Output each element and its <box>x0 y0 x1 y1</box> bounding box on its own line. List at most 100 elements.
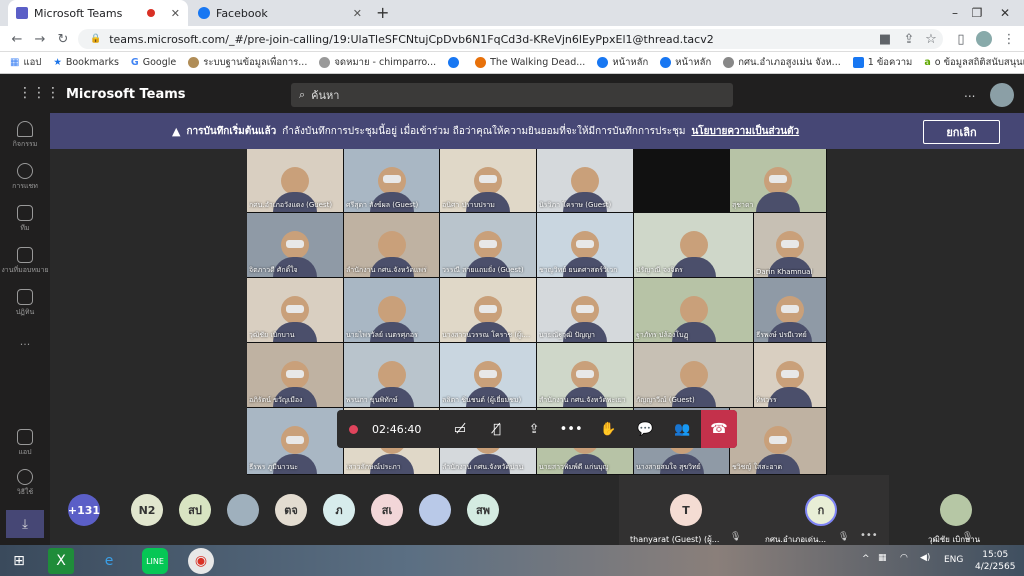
video-tile[interactable]: กศน.อำเภอวังแดง (Guest) <box>247 149 343 212</box>
tab-facebook[interactable]: Facebook ✕ <box>190 0 370 26</box>
address-bar[interactable]: 🔒 teams.microsoft.com/_#/pre-join-callin… <box>78 29 943 49</box>
windows-start-icon[interactable]: ⊞ <box>6 548 32 574</box>
user-avatar[interactable] <box>990 83 1014 107</box>
video-tile[interactable]: นิรวิภา โคราษ (Guest) <box>537 149 633 212</box>
participant-avatar[interactable]: ภ <box>323 494 355 526</box>
rail-teams[interactable]: ทีม <box>0 205 50 234</box>
search-input[interactable]: ⌕ ค้นหา <box>291 83 733 107</box>
wifi-icon[interactable]: ◠ <box>900 553 908 563</box>
chrome-icon[interactable]: ◉ <box>188 548 214 574</box>
speaker-avatar[interactable]: T <box>670 494 702 526</box>
video-tile[interactable]: สำนักงาน กศน.จังหวัดพะเยา <box>537 343 633 407</box>
self-video-avatar[interactable] <box>940 494 972 526</box>
participant-avatar[interactable] <box>419 494 451 526</box>
rail-activity[interactable]: กิจกรรม <box>0 121 50 150</box>
bookmark-nfe[interactable]: กศน.อำเภอสูงเม่น จังห... <box>723 55 841 70</box>
participant-avatar[interactable] <box>227 494 259 526</box>
system-clock[interactable]: 15:05 4/2/2565 <box>975 549 1015 573</box>
video-tile[interactable]: นางสาวนวรรณ โคราช (ผู้เ... <box>440 278 536 342</box>
rail-calendar[interactable]: ปฏิทิน <box>0 289 50 318</box>
participant-avatar[interactable]: ตจ <box>275 494 307 526</box>
bookmark-message[interactable]: 1 ข้อความ <box>852 55 912 70</box>
maximize-icon[interactable]: ❐ <box>962 0 992 26</box>
share-page-icon[interactable]: ⇪ <box>900 30 918 48</box>
video-tile[interactable]: Darin Khamnual <box>754 213 826 277</box>
hangup-icon[interactable]: ☎ <box>700 410 737 448</box>
participant-avatar[interactable]: สป <box>179 494 211 526</box>
volume-icon[interactable]: ◀) <box>920 553 930 563</box>
video-tile[interactable]: ธีรพร ภูมีนาวนะ <box>247 408 343 474</box>
dismiss-button[interactable]: ยกเลิก <box>923 120 1000 144</box>
video-tile[interactable]: อนิศา ปราบปราม <box>440 149 536 212</box>
bookmark-home-2[interactable]: หน้าหลัก <box>660 55 711 70</box>
more-options-icon[interactable]: ... <box>964 86 975 100</box>
browser-menu-icon[interactable]: ⋮ <box>1000 30 1018 48</box>
video-tile[interactable]: จิตภาวดี ศักดิ์ใจ <box>247 213 343 277</box>
reload-icon[interactable]: ↻ <box>54 30 72 48</box>
more-icon[interactable]: ••• <box>553 410 590 448</box>
video-tile[interactable]: ชาญวิทย์ ยนตศาสตร์วิเวก <box>537 213 633 277</box>
back-icon[interactable]: ← <box>8 30 26 48</box>
bookmark-facebook[interactable] <box>448 57 463 68</box>
mic-off-icon[interactable]: 🎙̸ <box>478 410 515 448</box>
forward-icon[interactable]: → <box>31 30 49 48</box>
bookmark-stats[interactable]: ao ข้อมูลสถิติสนับสนุนแผนติด... <box>924 55 1024 70</box>
rail-help[interactable]: วิธีใช้ <box>0 469 50 498</box>
rail-more[interactable]: ... <box>0 335 50 348</box>
bookmark-home-1[interactable]: หน้าหลัก <box>597 55 648 70</box>
camera-indicator-icon[interactable]: ■ <box>876 30 894 48</box>
network-icon[interactable]: ▦ <box>878 553 887 563</box>
participant-avatar[interactable]: N2 <box>131 494 163 526</box>
participant-avatar[interactable]: สพ <box>467 494 499 526</box>
tray-up-icon[interactable]: ^ <box>862 554 870 564</box>
bookmark-star-icon[interactable]: ☆ <box>922 30 940 48</box>
video-tile[interactable]: สุชาดา <box>730 149 826 212</box>
video-tile[interactable]: ธีรพงษ์ ปรมีเวทย์ <box>754 278 826 342</box>
video-tile[interactable]: ลลิตา ชิ่นชนต์ (ผู้เยี่ยมชม) <box>440 343 536 407</box>
raise-hand-icon[interactable]: ✋ <box>590 410 627 448</box>
participants-icon[interactable]: 👥 <box>664 410 701 448</box>
profile-avatar[interactable] <box>976 31 992 47</box>
download-icon[interactable]: ⤓ <box>6 510 44 538</box>
close-icon[interactable]: ✕ <box>171 7 180 20</box>
video-tile[interactable]: วุฒิชัย เบิกบาน <box>247 278 343 342</box>
video-tile[interactable]: นายไพรวัลย์ เนตรศุภอร <box>344 278 439 342</box>
video-tile[interactable]: ลำนักงาน กศน.จังหวัดแพร่ <box>344 213 439 277</box>
video-tile[interactable]: ฐาภัทร ปล้องโบฏุ <box>634 278 753 342</box>
video-tile[interactable]: ปรัญาณี จงจิตร <box>634 213 753 277</box>
app-launcher-icon[interactable]: ⋮⋮⋮ <box>18 85 60 101</box>
video-tile[interactable]: อภิรัตน์ ขวัญเมือง <box>247 343 343 407</box>
more-options-icon[interactable]: ••• <box>860 530 878 541</box>
language-indicator[interactable]: ENG <box>944 555 963 565</box>
video-tile[interactable]: กัญญาวีณ์ (Guest) <box>634 343 753 407</box>
video-tile[interactable]: ชวิชญ์ ใสสะอาด <box>730 408 826 474</box>
close-icon[interactable]: ✕ <box>353 7 362 20</box>
speaker-avatar[interactable]: ก <box>805 494 837 526</box>
bookmark-bookmarks[interactable]: ★ Bookmarks <box>53 57 119 68</box>
bookmark-database[interactable]: ระบบฐานข้อมูลเพื่อการ... <box>188 55 307 70</box>
rail-apps[interactable]: แอป <box>0 429 50 458</box>
bookmark-google[interactable]: G Google <box>131 57 176 68</box>
window-close-icon[interactable]: ✕ <box>990 0 1020 26</box>
overflow-participants[interactable]: +131 <box>68 494 100 526</box>
camera-off-icon[interactable]: ▭̸ <box>441 410 478 448</box>
share-icon[interactable]: ⇪ <box>516 410 553 448</box>
chat-icon[interactable]: 💬 <box>627 410 664 448</box>
video-tile[interactable]: พรนภา ขุนพิทักษ์ <box>344 343 439 407</box>
video-tile[interactable]: ศรีสุดา สังข์ผล (Guest) <box>344 149 439 212</box>
video-tile[interactable]: วรรณี สายแถมยั่ง (Guest) <box>440 213 536 277</box>
rail-assignments[interactable]: งานที่มอบหมาย <box>0 247 50 276</box>
video-tile[interactable]: ทิพวรร <box>754 343 826 407</box>
privacy-link[interactable]: นโยบายความเป็นส่วนตัว <box>691 124 799 139</box>
video-tile[interactable]: นายณัฐวุฒิ ปัญญา <box>537 278 633 342</box>
bookmark-walking-dead[interactable]: The Walking Dead... <box>475 57 585 68</box>
excel-icon[interactable]: X <box>48 548 74 574</box>
tab-teams[interactable]: Microsoft Teams ✕ <box>8 0 188 26</box>
participant-avatar[interactable]: สเ <box>371 494 403 526</box>
bookmark-apps[interactable]: ▦ แอป <box>10 55 41 70</box>
bookmark-mail[interactable]: จดหมาย - chimparro... <box>319 55 436 70</box>
new-tab-button[interactable]: + <box>376 3 389 22</box>
rail-chat[interactable]: การแชท <box>0 163 50 192</box>
internet-explorer-icon[interactable]: e <box>96 548 122 574</box>
reading-list-icon[interactable]: ▯ <box>952 30 970 48</box>
